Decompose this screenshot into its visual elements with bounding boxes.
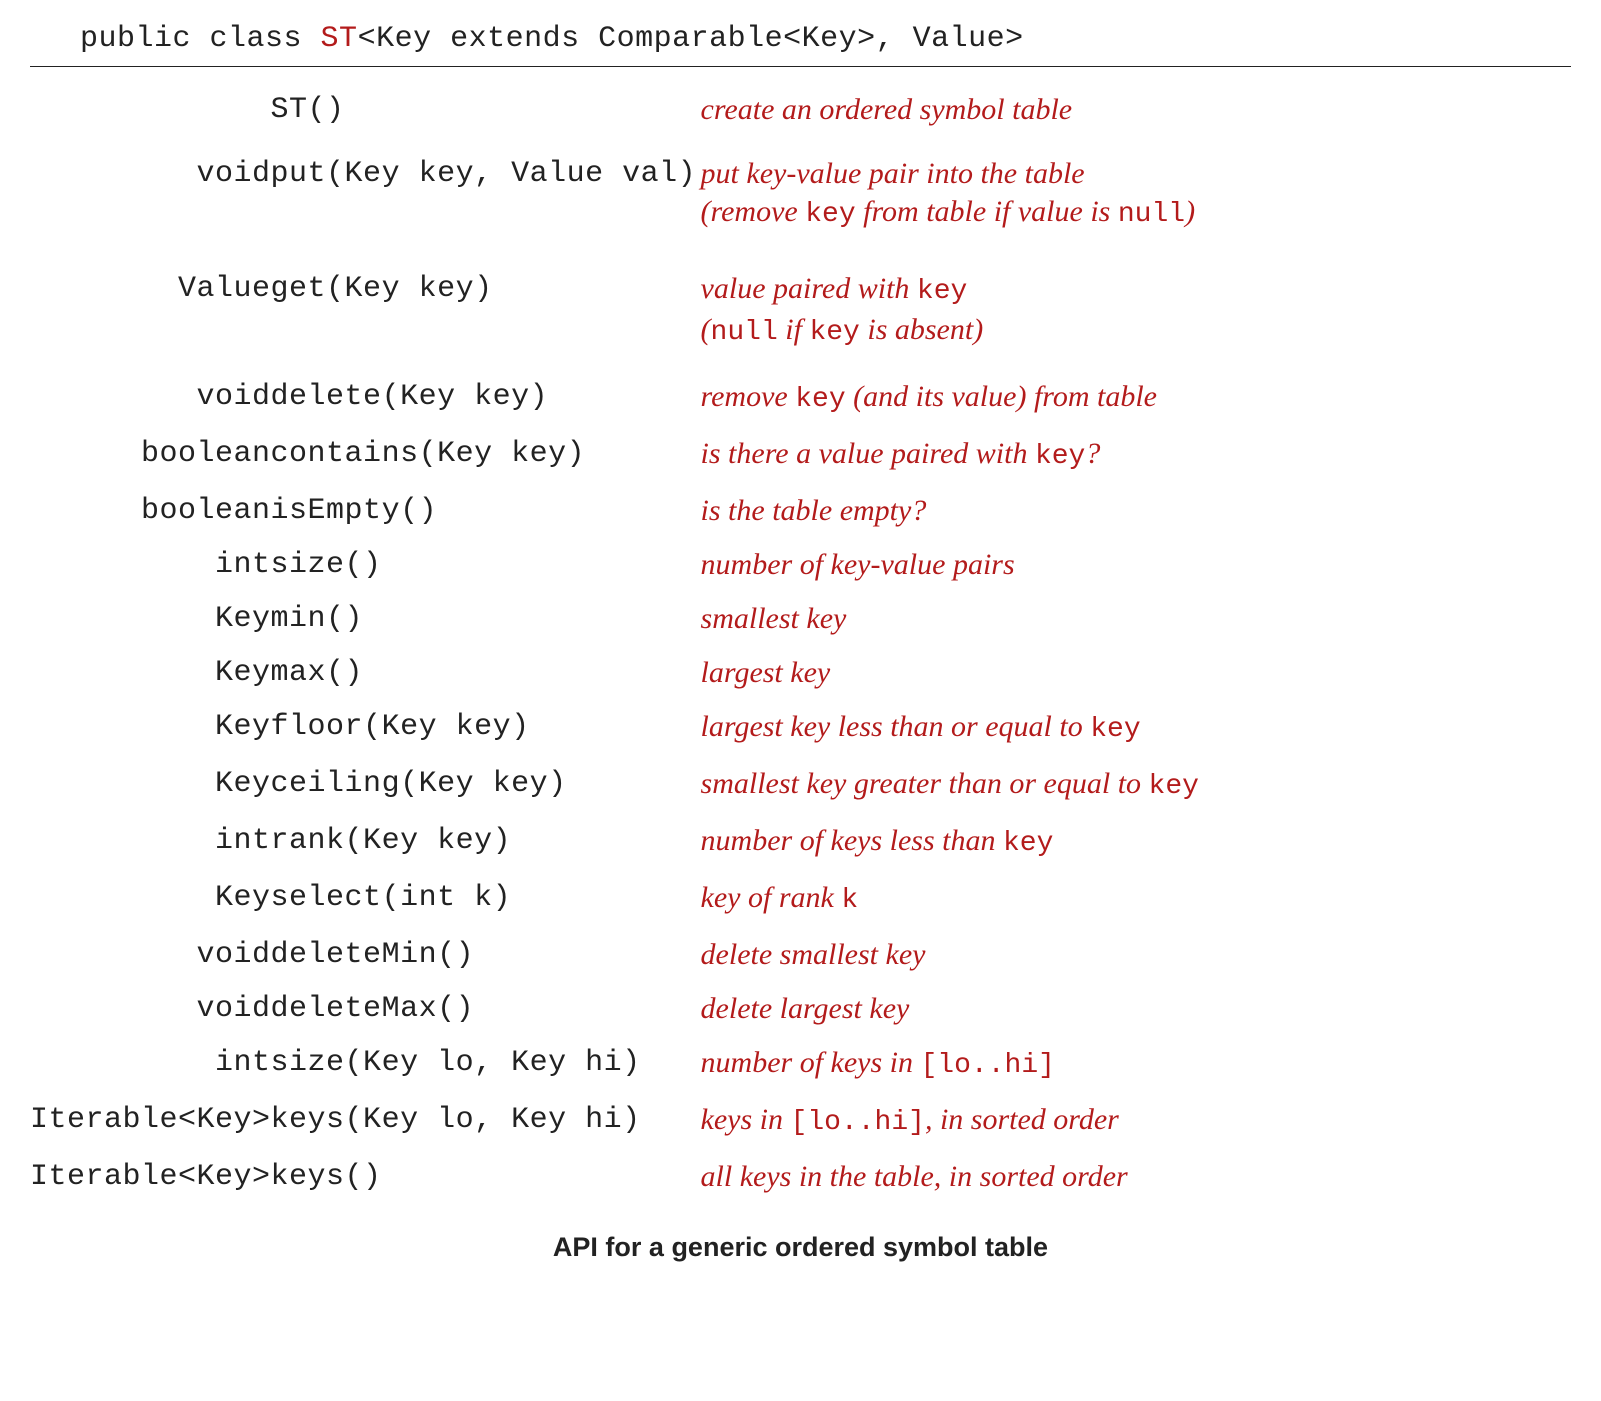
method-description: largest key: [701, 646, 1571, 700]
class-generics: <Key extends Comparable<Key>, Value>: [358, 22, 1024, 56]
method-description: number of keys in [lo..hi]: [701, 1036, 1571, 1093]
method-signature: size(Key lo, Key hi): [271, 1036, 701, 1093]
method-signature: delete(Key key): [271, 370, 701, 427]
api-row: booleancontains(Key key)is there a value…: [30, 427, 1571, 484]
method-description: smallest key: [701, 592, 1571, 646]
method-signature: select(int k): [271, 871, 701, 928]
return-type: Value: [30, 252, 271, 370]
api-row: booleanisEmpty()is the table empty?: [30, 484, 1571, 538]
class-prefix: public class: [80, 22, 321, 56]
api-row: voiddelete(Key key)remove key (and its v…: [30, 370, 1571, 427]
method-description: is the table empty?: [701, 484, 1571, 538]
api-row: intsize(Key lo, Key hi)number of keys in…: [30, 1036, 1571, 1093]
class-declaration: public class ST<Key extends Comparable<K…: [30, 20, 1571, 67]
code-literal: null: [1118, 199, 1185, 230]
method-description: is there a value paired with key?: [701, 427, 1571, 484]
method-description: key of rank k: [701, 871, 1571, 928]
api-row: voidput(Key key, Value val)put key-value…: [30, 137, 1571, 252]
api-row: Keyselect(int k)key of rank k: [30, 871, 1571, 928]
method-description: largest key less than or equal to key: [701, 700, 1571, 757]
return-type: Key: [30, 646, 271, 700]
code-literal: key: [795, 384, 845, 415]
method-signature: min(): [271, 592, 701, 646]
method-description: number of keys less than key: [701, 814, 1571, 871]
return-type: int: [30, 1036, 271, 1093]
return-type: Iterable<Key>: [30, 1093, 271, 1150]
return-type: void: [30, 982, 271, 1036]
method-signature: ST(): [271, 83, 701, 137]
api-row: Keyceiling(Key key)smallest key greater …: [30, 757, 1571, 814]
return-type: void: [30, 928, 271, 982]
return-type: Key: [30, 757, 271, 814]
method-description: number of key-value pairs: [701, 538, 1571, 592]
api-row: voiddeleteMax()delete largest key: [30, 982, 1571, 1036]
return-type: [30, 83, 271, 137]
api-row: ST()create an ordered symbol table: [30, 83, 1571, 137]
caption: API for a generic ordered symbol table: [30, 1232, 1571, 1263]
method-signature: keys(): [271, 1150, 701, 1204]
method-signature: floor(Key key): [271, 700, 701, 757]
code-literal: key: [1003, 828, 1053, 859]
api-row: voiddeleteMin()delete smallest key: [30, 928, 1571, 982]
code-literal: key: [1090, 714, 1140, 745]
method-signature: deleteMax(): [271, 982, 701, 1036]
class-name: ST: [321, 22, 358, 56]
code-literal: key: [809, 317, 859, 348]
method-description: put key-value pair into the table(remove…: [701, 137, 1571, 252]
api-row: intrank(Key key)number of keys less than…: [30, 814, 1571, 871]
api-row: Keymax()largest key: [30, 646, 1571, 700]
code-literal: key: [805, 199, 855, 230]
method-signature: keys(Key lo, Key hi): [271, 1093, 701, 1150]
method-signature: put(Key key, Value val): [271, 137, 701, 252]
code-literal: key: [1035, 441, 1085, 472]
api-row: Keyfloor(Key key)largest key less than o…: [30, 700, 1571, 757]
api-table: ST()create an ordered symbol tablevoidpu…: [30, 83, 1571, 1204]
api-row: Keymin()smallest key: [30, 592, 1571, 646]
code-literal: key: [917, 276, 967, 307]
method-description: keys in [lo..hi], in sorted order: [701, 1093, 1571, 1150]
code-literal: key: [1149, 771, 1199, 802]
method-signature: max(): [271, 646, 701, 700]
method-signature: rank(Key key): [271, 814, 701, 871]
method-description: smallest key greater than or equal to ke…: [701, 757, 1571, 814]
api-page: public class ST<Key extends Comparable<K…: [0, 0, 1601, 1293]
return-type: int: [30, 538, 271, 592]
method-signature: ceiling(Key key): [271, 757, 701, 814]
return-type: void: [30, 137, 271, 252]
return-type: boolean: [30, 427, 271, 484]
return-type: Iterable<Key>: [30, 1150, 271, 1204]
code-literal: k: [841, 885, 858, 916]
api-row: Iterable<Key>keys(Key lo, Key hi)keys in…: [30, 1093, 1571, 1150]
method-description: create an ordered symbol table: [701, 83, 1571, 137]
method-signature: size(): [271, 538, 701, 592]
api-row: intsize()number of key-value pairs: [30, 538, 1571, 592]
method-description: remove key (and its value) from table: [701, 370, 1571, 427]
api-row: Valueget(Key key)value paired with key(n…: [30, 252, 1571, 370]
method-description: value paired with key(null if key is abs…: [701, 252, 1571, 370]
code-literal: null: [711, 317, 778, 348]
method-description: all keys in the table, in sorted order: [701, 1150, 1571, 1204]
method-signature: deleteMin(): [271, 928, 701, 982]
method-description: delete smallest key: [701, 928, 1571, 982]
method-signature: contains(Key key): [271, 427, 701, 484]
return-type: void: [30, 370, 271, 427]
return-type: boolean: [30, 484, 271, 538]
method-description: delete largest key: [701, 982, 1571, 1036]
method-signature: isEmpty(): [271, 484, 701, 538]
method-signature: get(Key key): [271, 252, 701, 370]
return-type: Key: [30, 871, 271, 928]
code-literal: [lo..hi]: [791, 1107, 925, 1138]
api-row: Iterable<Key>keys()all keys in the table…: [30, 1150, 1571, 1204]
return-type: Key: [30, 700, 271, 757]
return-type: int: [30, 814, 271, 871]
return-type: Key: [30, 592, 271, 646]
code-literal: [lo..hi]: [921, 1050, 1055, 1081]
